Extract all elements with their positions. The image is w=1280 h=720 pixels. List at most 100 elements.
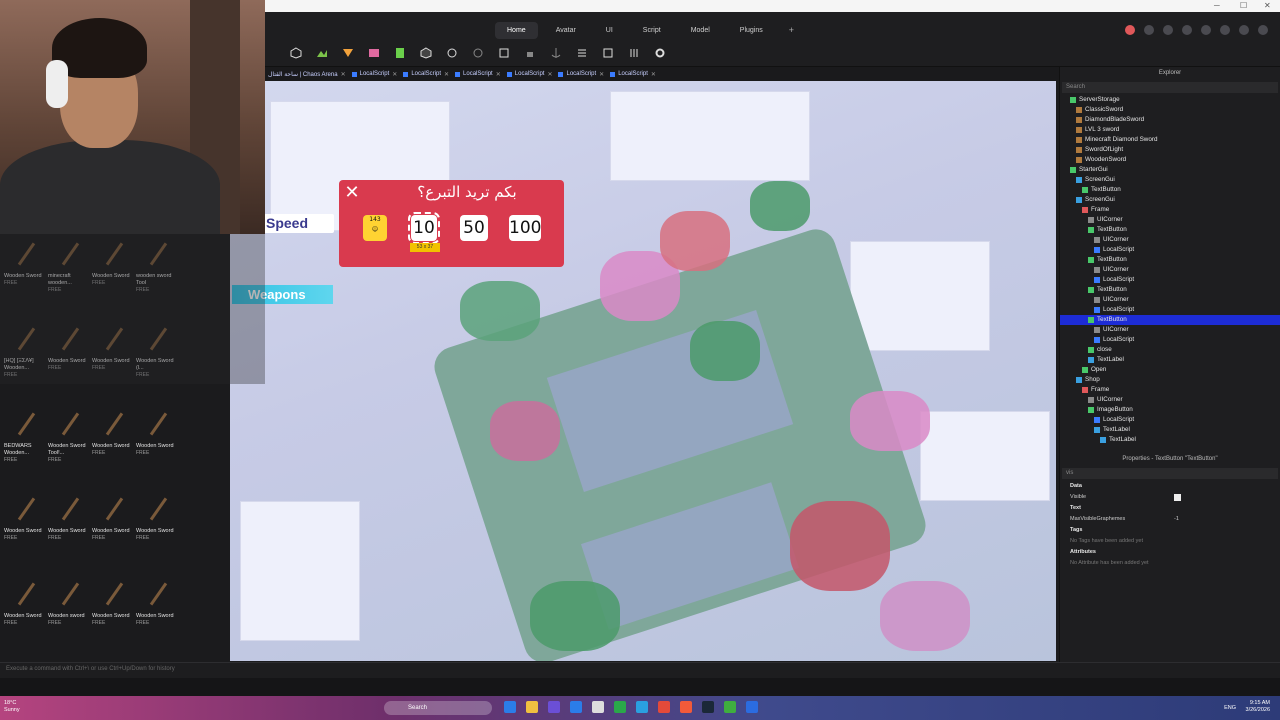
file-explorer-icon[interactable] [526, 701, 538, 713]
explorer-row[interactable]: TextButton [1060, 255, 1280, 265]
explorer-row[interactable]: ScreenGui [1060, 175, 1280, 185]
language-indicator[interactable]: ENG [1224, 705, 1236, 711]
explorer-row[interactable]: ServerStorage [1060, 95, 1280, 105]
toolbox-item[interactable]: Wooden Sword FREE [4, 576, 48, 649]
doc-tab-place[interactable]: ساحة القتال | Chaos Arena ✕ [268, 71, 346, 78]
robux-button[interactable]: 143 ☺ [363, 215, 387, 241]
close-icon[interactable]: ✕ [651, 71, 656, 78]
explorer-row[interactable]: LocalScript [1060, 335, 1280, 345]
script-icon[interactable] [389, 45, 411, 61]
minecraft-icon[interactable] [724, 701, 736, 713]
chrome-icon[interactable] [658, 701, 670, 713]
explorer-row[interactable]: UICorner [1060, 215, 1280, 225]
explorer-row[interactable]: UICorner [1060, 235, 1280, 245]
system-clock[interactable]: 9:15 AM 3/26/2026 [1246, 700, 1270, 714]
explorer-row[interactable]: Open [1060, 365, 1280, 375]
toolbox-item[interactable]: Wooden Sword FREE [136, 406, 180, 479]
tab-model[interactable]: Model [679, 22, 722, 39]
explorer-search-input[interactable]: Search [1062, 82, 1278, 93]
person-icon[interactable] [1144, 25, 1154, 35]
edge-icon[interactable] [504, 701, 516, 713]
explorer-row[interactable]: DiamondBladeSword [1060, 115, 1280, 125]
share-icon[interactable] [1182, 25, 1192, 35]
explorer-row[interactable]: StarterGui [1060, 165, 1280, 175]
section-data[interactable]: Data [1060, 481, 1280, 492]
package-icon[interactable] [415, 45, 437, 61]
store-icon[interactable] [570, 701, 582, 713]
minimize-icon[interactable]: ─ [1214, 1, 1220, 10]
toolbox-item[interactable]: Wooden Sword FREE [92, 406, 136, 479]
group-icon[interactable] [597, 45, 619, 61]
tools-icon[interactable] [1201, 25, 1211, 35]
explorer-row[interactable]: LocalScript [1060, 305, 1280, 315]
toolbox-item[interactable]: Wooden Sword Tool!... FREE [48, 406, 92, 479]
toolbox-item[interactable]: Wooden Sword FREE [48, 491, 92, 564]
toolbox-item[interactable]: Wooden Sword FREE [136, 576, 180, 649]
discord-icon[interactable] [548, 701, 560, 713]
explorer-row[interactable]: Frame [1060, 385, 1280, 395]
explorer-row[interactable]: Shop [1060, 375, 1280, 385]
properties-filter-input[interactable]: vis [1062, 468, 1278, 479]
explorer-row[interactable]: UICorner [1060, 265, 1280, 275]
tab-avatar[interactable]: Avatar [544, 22, 588, 39]
explorer-row[interactable]: Minecraft Diamond Sword [1060, 135, 1280, 145]
record-icon[interactable] [1125, 25, 1135, 35]
maximize-icon[interactable]: ☐ [1240, 1, 1247, 10]
section-tags[interactable]: Tags [1060, 525, 1280, 536]
donate-50-button[interactable]: 50 [460, 215, 488, 241]
3d-viewport[interactable] [230, 81, 1056, 661]
donate-100-button[interactable]: 100 [509, 215, 541, 241]
anchor-icon[interactable] [545, 45, 567, 61]
explorer-row[interactable]: LocalScript [1060, 275, 1280, 285]
toolbox-item[interactable]: Wooden Sword FREE [92, 576, 136, 649]
explorer-row[interactable]: WoodenSword [1060, 155, 1280, 165]
explorer-row[interactable]: UICorner [1060, 295, 1280, 305]
visible-checkbox[interactable] [1174, 494, 1181, 501]
doc-tab-localscript[interactable]: LocalScript ✕ [455, 71, 501, 78]
toolbox-item[interactable]: Wooden Sword FREE [92, 491, 136, 564]
effects-icon[interactable] [467, 45, 489, 61]
explorer-row[interactable]: LocalScript [1060, 245, 1280, 255]
cloud-icon[interactable] [1220, 25, 1230, 35]
donate-10-button[interactable]: 10 [408, 212, 440, 244]
brave-icon[interactable] [680, 701, 692, 713]
explorer-row[interactable]: TextButton [1060, 285, 1280, 295]
notification-bell-icon[interactable] [1239, 25, 1249, 35]
close-icon[interactable]: ✕ [547, 71, 552, 78]
explorer-row[interactable]: SwordOfLight [1060, 145, 1280, 155]
doc-tab-localscript[interactable]: LocalScript ✕ [506, 71, 552, 78]
close-icon[interactable]: ✕ [444, 71, 449, 78]
part-icon[interactable] [285, 45, 307, 61]
explorer-row[interactable]: TextLabel [1060, 355, 1280, 365]
explorer-row[interactable]: TextButton [1060, 225, 1280, 235]
explorer-row[interactable]: LVL 3 sword [1060, 125, 1280, 135]
steam-icon[interactable] [702, 701, 714, 713]
property-max-graphemes-value[interactable]: -1 [1174, 514, 1179, 525]
doc-tab-localscript[interactable]: LocalScript ✕ [351, 71, 397, 78]
explorer-row[interactable]: TextButton [1060, 185, 1280, 195]
toolbox-item[interactable]: Wooden Sword FREE [4, 491, 48, 564]
explorer-row[interactable]: ScreenGui [1060, 195, 1280, 205]
explorer-row[interactable]: ClassicSword [1060, 105, 1280, 115]
tab-plugins[interactable]: Plugins [728, 22, 775, 39]
explorer-row[interactable]: TextButton [1060, 315, 1280, 325]
color-icon[interactable] [441, 45, 463, 61]
close-window-icon[interactable]: ✕ [1264, 1, 1271, 10]
explorer-row[interactable]: ImageButton [1060, 405, 1280, 415]
speed-button[interactable]: Speed [264, 214, 334, 233]
app-icon[interactable] [746, 701, 758, 713]
doc-tab-localscript[interactable]: LocalScript ✕ [403, 71, 449, 78]
align-icon[interactable] [571, 45, 593, 61]
add-tab-button[interactable]: + [781, 22, 802, 39]
tab-ui[interactable]: UI [594, 22, 625, 39]
gear-icon[interactable] [649, 45, 671, 61]
toolbox-item[interactable]: Wooden Sword FREE [136, 491, 180, 564]
weather-widget[interactable]: 18°C Sunny [4, 700, 20, 714]
close-icon[interactable]: ✕ [599, 71, 604, 78]
select-icon[interactable] [493, 45, 515, 61]
section-attributes[interactable]: Attributes [1060, 547, 1280, 558]
tab-home[interactable]: Home [495, 22, 538, 39]
terrain-icon[interactable] [311, 45, 333, 61]
settings-sliders-icon[interactable] [623, 45, 645, 61]
explorer-row[interactable]: TextLabel [1060, 435, 1280, 445]
